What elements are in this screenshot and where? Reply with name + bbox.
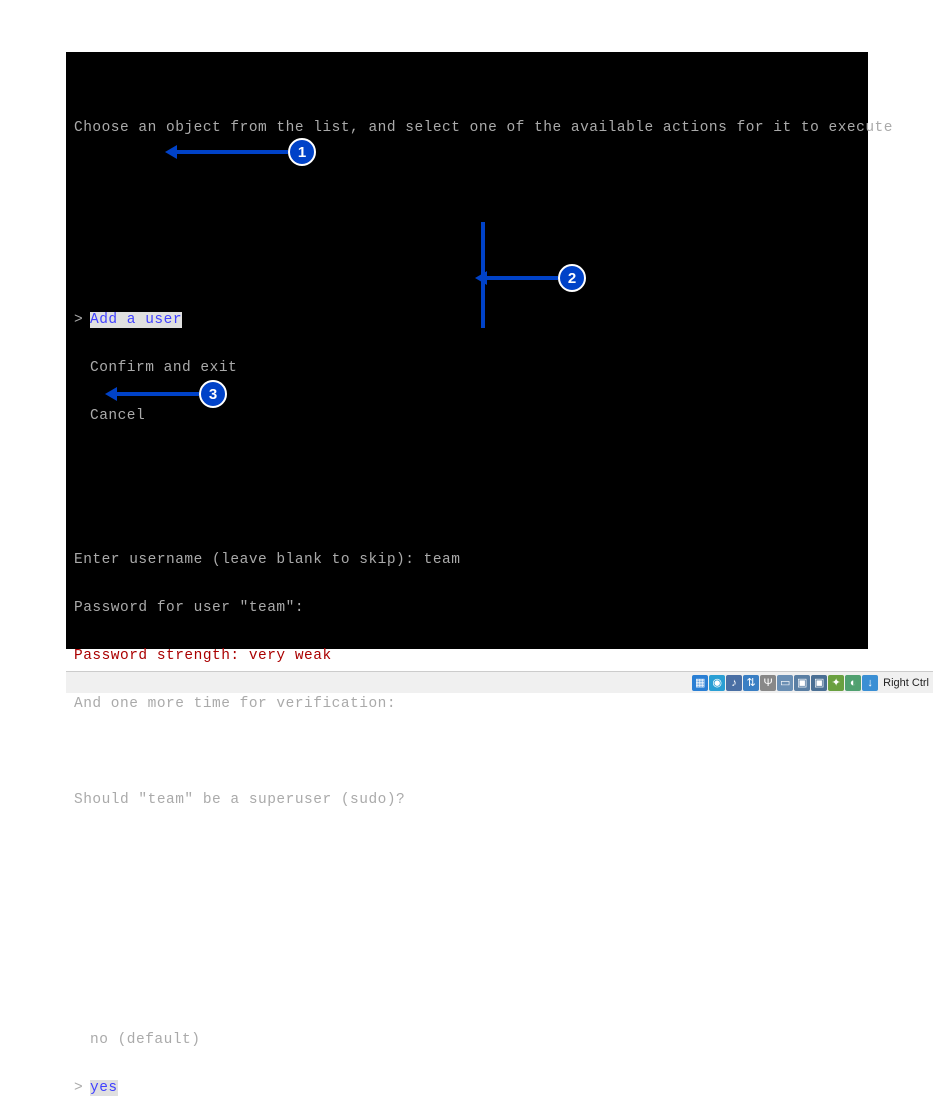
hard-disk-icon[interactable]: ▦ [692,675,708,691]
option-no-default[interactable]: no (default) [74,1032,868,1048]
optical-disk-icon[interactable]: ◉ [709,675,725,691]
password-strength-warning: Password strength: very weak [74,648,868,664]
prompt-password-verify: And one more time for verification: [74,696,868,712]
shared-folder-icon[interactable]: ▭ [777,675,793,691]
cpu-icon[interactable]: ✦ [828,675,844,691]
keyboard-icon[interactable]: ↓ [862,675,878,691]
vm-status-bar: ▦ ◉ ♪ ⇅ Ψ ▭ ▣ ▣ ✦ ◐ ↓ Right Ctrl [66,671,933,693]
menu-item-add-user[interactable]: >Add a user [74,312,868,328]
network-icon[interactable]: ⇅ [743,675,759,691]
prompt-password: Password for user "team": [74,600,868,616]
audio-icon[interactable]: ♪ [726,675,742,691]
terminal-screen: Choose an object from the list, and sele… [66,52,868,649]
recording-icon[interactable]: ▣ [811,675,827,691]
usb-icon[interactable]: Ψ [760,675,776,691]
mouse-icon[interactable]: ◐ [845,675,861,691]
host-key-indicator: Right Ctrl [883,677,929,689]
menu-item-cancel[interactable]: Cancel [74,408,868,424]
prompt-superuser: Should "team" be a superuser (sudo)? [74,792,868,808]
instruction-text: Choose an object from the list, and sele… [74,120,868,136]
menu-item-confirm-exit[interactable]: Confirm and exit [74,360,868,376]
display-icon[interactable]: ▣ [794,675,810,691]
prompt-username: Enter username (leave blank to skip): te… [74,552,868,568]
option-yes[interactable]: >yes [74,1080,868,1096]
